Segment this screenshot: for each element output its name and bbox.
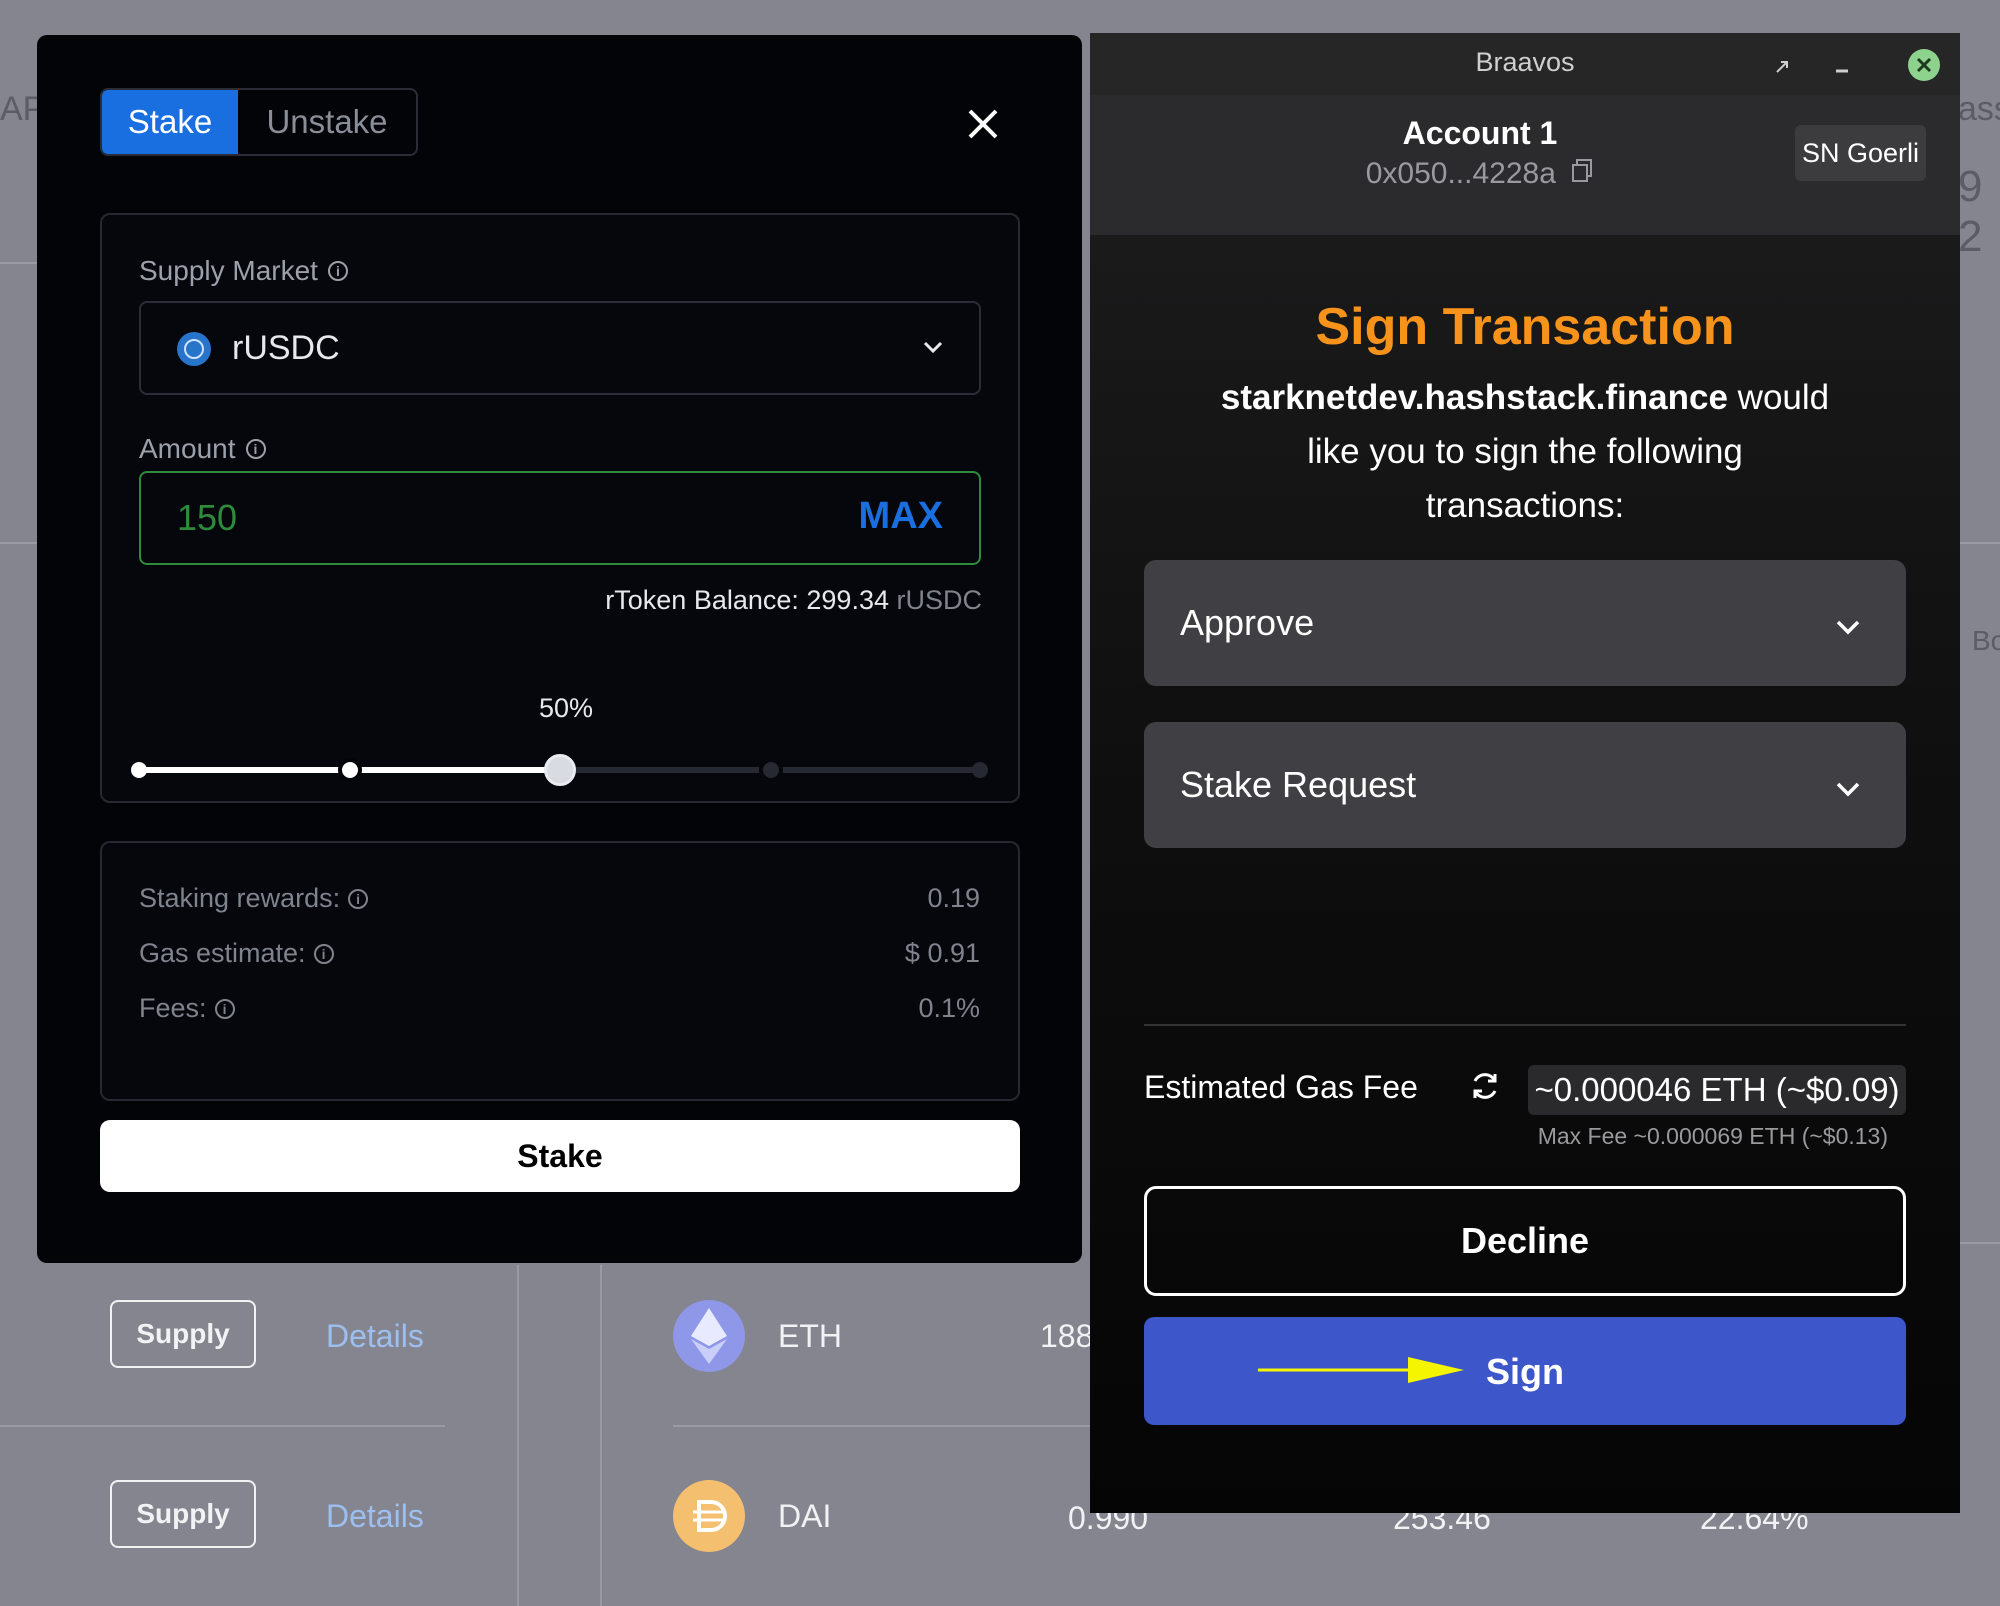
details-link[interactable]: Details: [326, 1498, 424, 1535]
amount-slider[interactable]: [131, 754, 988, 786]
divider: [0, 542, 37, 544]
message-part: would: [1737, 378, 1830, 417]
slider-step-100[interactable]: [972, 762, 988, 778]
supply-market-select[interactable]: rUSDC: [139, 301, 981, 395]
supply-button[interactable]: Supply: [110, 1480, 256, 1548]
rtoken-balance: rToken Balance: 299.34 rUSDC: [605, 585, 982, 616]
eth-icon: [673, 1300, 745, 1372]
stake-details-panel: Staking rewards: i 0.19 Gas estimate: i …: [100, 841, 1020, 1101]
stake-form-panel: Supply Market i rUSDC Amount i 150 MAX r…: [100, 213, 1020, 803]
fees-label-text: Fees:: [139, 993, 207, 1023]
divider: [0, 1425, 445, 1427]
label-partial: Bo: [1972, 625, 2000, 656]
amount-input[interactable]: 150 MAX: [139, 471, 981, 565]
slider-percent: 50%: [538, 693, 594, 723]
info-icon[interactable]: i: [313, 943, 334, 964]
transaction-approve[interactable]: Approve: [1144, 560, 1906, 686]
divider: [673, 1425, 1093, 1427]
minimize-icon[interactable]: [1832, 55, 1852, 86]
supply-market-label: Supply Market i: [139, 255, 348, 287]
amount-label-text: Amount: [139, 433, 236, 464]
stake-tabs: Stake Unstake: [100, 88, 418, 156]
dapp-domain: starknetdev.hashstack.finance: [1220, 378, 1728, 417]
max-button[interactable]: MAX: [859, 495, 943, 538]
staking-rewards-label: Staking rewards: i: [139, 883, 369, 914]
divider: [517, 1265, 519, 1606]
transaction-label: Stake Request: [1180, 764, 1417, 805]
account-address-row: 0x050...4228a: [1090, 157, 1870, 192]
transaction-stake-request[interactable]: Stake Request: [1144, 722, 1906, 848]
value-partial: 9 2: [1958, 162, 1983, 261]
network-badge[interactable]: SN Goerli: [1795, 125, 1926, 181]
fees-value: 0.1%: [918, 993, 980, 1023]
slider-thumb[interactable]: [544, 754, 576, 786]
account-bar: Account 1 0x050...4228a SN Goerli: [1090, 95, 1960, 235]
sign-button-label: Sign: [1486, 1351, 1564, 1392]
stake-button[interactable]: Stake: [100, 1120, 1020, 1192]
amount-label: Amount i: [139, 433, 266, 465]
gas-fee-value: ~0.000046 ETH (~$0.09): [1528, 1065, 1906, 1115]
divider: [1960, 1242, 2000, 1244]
chevron-down-icon: [1834, 608, 1862, 650]
tab-stake[interactable]: Stake: [102, 90, 238, 154]
braavos-wallet-window: Braavos Account 1 0x050...4228a SN Goerl…: [1090, 33, 1960, 1513]
asset-price: 188: [1040, 1318, 1094, 1354]
asset-name: ETH: [778, 1318, 842, 1354]
window-titlebar: Braavos: [1090, 33, 1960, 95]
info-icon[interactable]: i: [327, 261, 348, 281]
divider: [600, 1265, 602, 1606]
page-title: Sign Transaction: [1315, 298, 1735, 356]
balance-unit: rUSDC: [896, 585, 983, 615]
selected-market: rUSDC: [232, 329, 340, 367]
asset-name: DAI: [778, 1498, 832, 1534]
usdc-icon: [177, 332, 211, 366]
amount-value: 150: [177, 497, 238, 538]
dai-icon: [673, 1480, 745, 1552]
copy-icon[interactable]: [1570, 158, 1594, 192]
close-icon[interactable]: [1908, 49, 1940, 81]
window-title: Braavos: [1475, 47, 1575, 77]
account-name[interactable]: Account 1: [1090, 115, 1870, 152]
restore-icon[interactable]: [1772, 53, 1792, 84]
sign-transaction-content: Sign Transaction starknetdev.hashstack.f…: [1090, 235, 1960, 1513]
close-icon[interactable]: [962, 103, 1004, 145]
chevron-down-icon: [921, 335, 945, 364]
info-icon[interactable]: i: [214, 998, 235, 1019]
supply-market-label-text: Supply Market: [139, 255, 318, 286]
divider: [1960, 542, 2000, 544]
supply-button[interactable]: Supply: [110, 1300, 256, 1368]
gas-fee-label: Estimated Gas Fee: [1144, 1069, 1418, 1105]
gas-estimate-label-text: Gas estimate:: [139, 938, 306, 968]
sign-button[interactable]: Sign: [1144, 1317, 1906, 1425]
staking-rewards-label-text: Staking rewards:: [139, 883, 341, 913]
decline-button[interactable]: Decline: [1144, 1186, 1906, 1296]
details-link[interactable]: Details: [326, 1318, 424, 1355]
max-fee: Max Fee ~0.000069 ETH (~$0.13): [1537, 1123, 1888, 1149]
chevron-down-icon: [1834, 770, 1862, 812]
fees-label: Fees: i: [139, 993, 235, 1024]
staking-rewards-value: 0.19: [927, 883, 980, 913]
balance-text: rToken Balance: 299.34: [605, 585, 889, 615]
divider: [1144, 1024, 1906, 1026]
refresh-icon[interactable]: [1468, 1069, 1502, 1108]
message-part: transactions:: [1425, 486, 1625, 525]
info-icon[interactable]: i: [348, 888, 369, 909]
gas-estimate-value: $ 0.91: [904, 938, 980, 968]
slider-step-0[interactable]: [131, 762, 147, 778]
tab-unstake[interactable]: Unstake: [238, 90, 416, 154]
column-header-partial: ass: [1958, 90, 2000, 128]
account-address: 0x050...4228a: [1365, 157, 1556, 190]
sign-request-message: starknetdev.hashstack.finance would like…: [1150, 371, 1900, 533]
stake-modal: Stake Unstake Supply Market i rUSDC Amou…: [37, 35, 1082, 1263]
transaction-label: Approve: [1180, 602, 1315, 643]
divider: [0, 262, 37, 264]
message-part: like you to sign the following: [1307, 432, 1743, 471]
slider-step-25[interactable]: [338, 758, 362, 782]
info-icon[interactable]: i: [245, 439, 266, 459]
gas-estimate-label: Gas estimate: i: [139, 938, 334, 969]
slider-step-75[interactable]: [759, 758, 783, 782]
